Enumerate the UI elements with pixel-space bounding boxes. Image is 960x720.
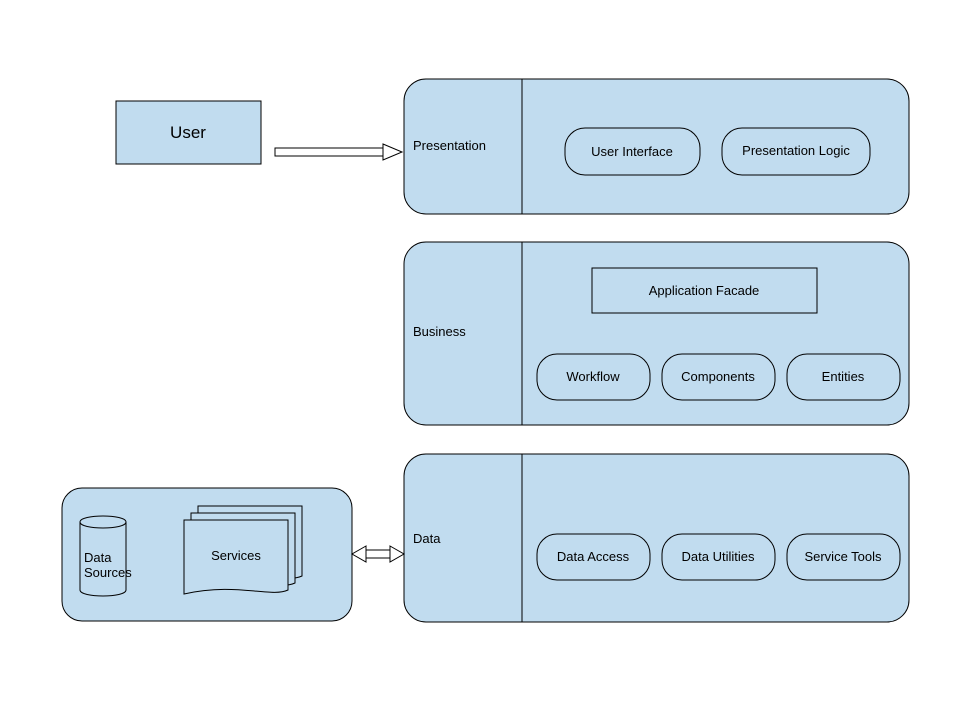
pill-workflow: Workflow xyxy=(537,354,650,400)
pill-presentation-logic: Presentation Logic xyxy=(722,128,870,175)
user-label: User xyxy=(170,123,206,142)
pill-label: User Interface xyxy=(591,144,673,159)
layer-data-title: Data xyxy=(413,531,441,546)
box-application-facade: Application Facade xyxy=(592,268,817,313)
arrow-external-to-data xyxy=(352,546,404,562)
layer-business: Business Application Facade Workflow Com… xyxy=(404,242,909,425)
pill-label: Data Utilities xyxy=(682,549,755,564)
pill-user-interface: User Interface xyxy=(565,128,700,175)
user-box: User xyxy=(116,101,261,164)
pill-data-utilities: Data Utilities xyxy=(662,534,775,580)
pill-label: Presentation Logic xyxy=(742,143,850,158)
layer-data: Data Data Access Data Utilities Service … xyxy=(404,454,909,622)
pill-data-access: Data Access xyxy=(537,534,650,580)
layer-presentation: Presentation User Interface Presentation… xyxy=(404,79,909,214)
arrow-user-to-presentation xyxy=(275,144,402,160)
services-label: Services xyxy=(211,548,261,563)
architecture-diagram: User Presentation User Interface Present… xyxy=(0,0,960,720)
pill-label: Service Tools xyxy=(804,549,882,564)
pill-components: Components xyxy=(662,354,775,400)
layer-business-title: Business xyxy=(413,324,466,339)
pill-entities: Entities xyxy=(787,354,900,400)
pill-label: Components xyxy=(681,369,755,384)
facade-label: Application Facade xyxy=(649,283,760,298)
pill-label: Workflow xyxy=(566,369,620,384)
ext-label-line1: Data xyxy=(84,550,112,565)
sheets-services: Services xyxy=(184,506,302,594)
pill-label: Entities xyxy=(822,369,865,384)
external-panel: Data Sources Services xyxy=(62,488,352,621)
layer-presentation-title: Presentation xyxy=(413,138,486,153)
pill-service-tools: Service Tools xyxy=(787,534,900,580)
ext-label-line2: Sources xyxy=(84,565,132,580)
pill-label: Data Access xyxy=(557,549,630,564)
cylinder-data-sources: Data Sources xyxy=(80,516,132,596)
